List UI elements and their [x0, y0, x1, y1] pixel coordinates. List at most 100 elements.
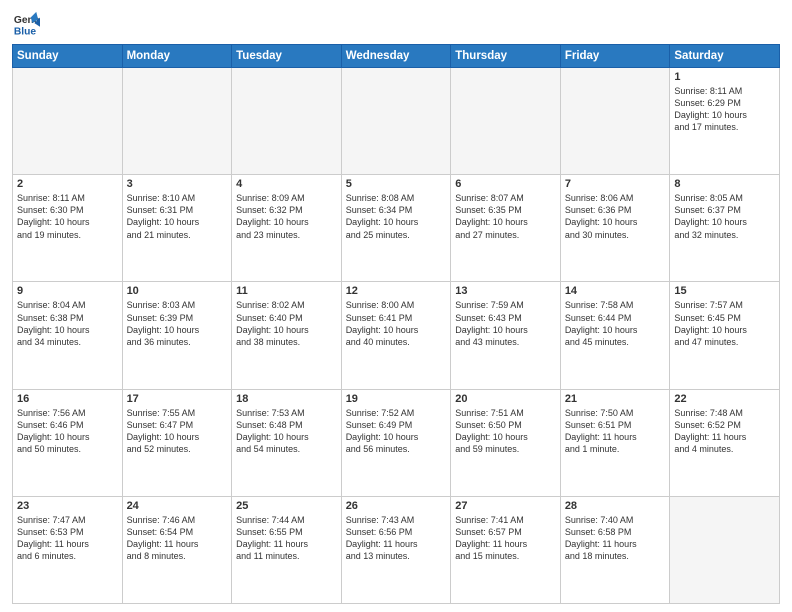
day-info: Sunrise: 7:44 AM Sunset: 6:55 PM Dayligh…: [236, 514, 337, 563]
day-info: Sunrise: 8:11 AM Sunset: 6:29 PM Dayligh…: [674, 85, 775, 134]
calendar-cell: 21 Sunrise: 7:50 AM Sunset: 6:51 PM Dayli…: [560, 389, 670, 496]
day-number: 11: [236, 285, 337, 297]
calendar-cell: [451, 68, 561, 175]
calendar-cell: [13, 68, 123, 175]
calendar-cell: 28 Sunrise: 7:40 AM Sunset: 6:58 PM Dayli…: [560, 496, 670, 603]
header: General Blue: [12, 10, 780, 38]
calendar-cell: 20Sunrise: 7:51 AM Sunset: 6:50 PM Dayli…: [451, 389, 561, 496]
day-number: 8: [674, 178, 775, 190]
svg-text:Blue: Blue: [14, 26, 37, 37]
calendar-cell: 7 Sunrise: 8:06 AM Sunset: 6:36 PM Daylig…: [560, 175, 670, 282]
day-number: 21: [565, 393, 666, 405]
day-number: 7: [565, 178, 666, 190]
day-info: Sunrise: 7:55 AM Sunset: 6:47 PM Dayligh…: [127, 407, 228, 456]
day-info: Sunrise: 8:08 AM Sunset: 6:34 PM Dayligh…: [346, 192, 447, 241]
calendar-cell: 8 Sunrise: 8:05 AM Sunset: 6:37 PM Daylig…: [670, 175, 780, 282]
calendar-cell: [560, 68, 670, 175]
day-info: Sunrise: 7:57 AM Sunset: 6:45 PM Dayligh…: [674, 299, 775, 348]
day-info: Sunrise: 7:46 AM Sunset: 6:54 PM Dayligh…: [127, 514, 228, 563]
day-info: Sunrise: 7:43 AM Sunset: 6:56 PM Dayligh…: [346, 514, 447, 563]
day-info: Sunrise: 8:03 AM Sunset: 6:39 PM Dayligh…: [127, 299, 228, 348]
calendar-cell: [670, 496, 780, 603]
day-number: 26: [346, 500, 447, 512]
calendar-header-row: SundayMondayTuesdayWednesdayThursdayFrid…: [13, 45, 780, 68]
day-info: Sunrise: 7:56 AM Sunset: 6:46 PM Dayligh…: [17, 407, 118, 456]
day-info: Sunrise: 7:40 AM Sunset: 6:58 PM Dayligh…: [565, 514, 666, 563]
day-number: 14: [565, 285, 666, 297]
day-info: Sunrise: 8:07 AM Sunset: 6:35 PM Dayligh…: [455, 192, 556, 241]
week-row-1: 2 Sunrise: 8:11 AM Sunset: 6:30 PM Daylig…: [13, 175, 780, 282]
calendar-cell: 3 Sunrise: 8:10 AM Sunset: 6:31 PM Daylig…: [122, 175, 232, 282]
week-row-4: 23Sunrise: 7:47 AM Sunset: 6:53 PM Dayli…: [13, 496, 780, 603]
calendar-cell: 16 Sunrise: 7:56 AM Sunset: 6:46 PM Dayli…: [13, 389, 123, 496]
day-info: Sunrise: 8:10 AM Sunset: 6:31 PM Dayligh…: [127, 192, 228, 241]
page-container: General Blue SundayMondayTuesdayWednesda…: [0, 0, 792, 612]
day-number: 22: [674, 393, 775, 405]
calendar-cell: 24 Sunrise: 7:46 AM Sunset: 6:54 PM Dayli…: [122, 496, 232, 603]
day-number: 2: [17, 178, 118, 190]
calendar-cell: 17 Sunrise: 7:55 AM Sunset: 6:47 PM Dayli…: [122, 389, 232, 496]
calendar-cell: 25 Sunrise: 7:44 AM Sunset: 6:55 PM Dayli…: [232, 496, 342, 603]
day-info: Sunrise: 7:41 AM Sunset: 6:57 PM Dayligh…: [455, 514, 556, 563]
calendar-cell: 22Sunrise: 7:48 AM Sunset: 6:52 PM Dayli…: [670, 389, 780, 496]
day-info: Sunrise: 8:00 AM Sunset: 6:41 PM Dayligh…: [346, 299, 447, 348]
calendar-cell: [122, 68, 232, 175]
day-info: Sunrise: 8:06 AM Sunset: 6:36 PM Dayligh…: [565, 192, 666, 241]
day-number: 16: [17, 393, 118, 405]
calendar-cell: [341, 68, 451, 175]
day-info: Sunrise: 7:50 AM Sunset: 6:51 PM Dayligh…: [565, 407, 666, 456]
day-info: Sunrise: 8:04 AM Sunset: 6:38 PM Dayligh…: [17, 299, 118, 348]
calendar-cell: 12 Sunrise: 8:00 AM Sunset: 6:41 PM Dayli…: [341, 282, 451, 389]
day-header-saturday: Saturday: [670, 45, 780, 68]
day-number: 13: [455, 285, 556, 297]
calendar-cell: 2 Sunrise: 8:11 AM Sunset: 6:30 PM Daylig…: [13, 175, 123, 282]
day-number: 15: [674, 285, 775, 297]
day-header-monday: Monday: [122, 45, 232, 68]
day-info: Sunrise: 7:52 AM Sunset: 6:49 PM Dayligh…: [346, 407, 447, 456]
day-header-wednesday: Wednesday: [341, 45, 451, 68]
day-info: Sunrise: 8:05 AM Sunset: 6:37 PM Dayligh…: [674, 192, 775, 241]
day-header-sunday: Sunday: [13, 45, 123, 68]
calendar-cell: 15 Sunrise: 7:57 AM Sunset: 6:45 PM Dayli…: [670, 282, 780, 389]
day-number: 9: [17, 285, 118, 297]
calendar-cell: 14 Sunrise: 7:58 AM Sunset: 6:44 PM Dayli…: [560, 282, 670, 389]
week-row-0: 1 Sunrise: 8:11 AM Sunset: 6:29 PM Daylig…: [13, 68, 780, 175]
day-info: Sunrise: 7:59 AM Sunset: 6:43 PM Dayligh…: [455, 299, 556, 348]
calendar-cell: 10 Sunrise: 8:03 AM Sunset: 6:39 PM Dayli…: [122, 282, 232, 389]
week-row-3: 16 Sunrise: 7:56 AM Sunset: 6:46 PM Dayli…: [13, 389, 780, 496]
day-info: Sunrise: 8:02 AM Sunset: 6:40 PM Dayligh…: [236, 299, 337, 348]
day-number: 25: [236, 500, 337, 512]
day-number: 4: [236, 178, 337, 190]
day-info: Sunrise: 7:58 AM Sunset: 6:44 PM Dayligh…: [565, 299, 666, 348]
day-header-friday: Friday: [560, 45, 670, 68]
day-header-thursday: Thursday: [451, 45, 561, 68]
calendar-cell: 19Sunrise: 7:52 AM Sunset: 6:49 PM Dayli…: [341, 389, 451, 496]
day-number: 23: [17, 500, 118, 512]
calendar-cell: 11 Sunrise: 8:02 AM Sunset: 6:40 PM Dayli…: [232, 282, 342, 389]
calendar-cell: 4 Sunrise: 8:09 AM Sunset: 6:32 PM Daylig…: [232, 175, 342, 282]
day-number: 1: [674, 71, 775, 83]
calendar-cell: 13 Sunrise: 7:59 AM Sunset: 6:43 PM Dayli…: [451, 282, 561, 389]
logo-icon: General Blue: [12, 10, 40, 38]
calendar-cell: 5 Sunrise: 8:08 AM Sunset: 6:34 PM Daylig…: [341, 175, 451, 282]
day-info: Sunrise: 8:11 AM Sunset: 6:30 PM Dayligh…: [17, 192, 118, 241]
calendar-cell: 9 Sunrise: 8:04 AM Sunset: 6:38 PM Daylig…: [13, 282, 123, 389]
calendar-cell: 1 Sunrise: 8:11 AM Sunset: 6:29 PM Daylig…: [670, 68, 780, 175]
day-number: 5: [346, 178, 447, 190]
day-number: 6: [455, 178, 556, 190]
day-number: 10: [127, 285, 228, 297]
day-header-tuesday: Tuesday: [232, 45, 342, 68]
day-number: 20: [455, 393, 556, 405]
day-number: 17: [127, 393, 228, 405]
day-number: 12: [346, 285, 447, 297]
day-info: Sunrise: 8:09 AM Sunset: 6:32 PM Dayligh…: [236, 192, 337, 241]
calendar-cell: 6 Sunrise: 8:07 AM Sunset: 6:35 PM Daylig…: [451, 175, 561, 282]
calendar-cell: [232, 68, 342, 175]
calendar-cell: 18Sunrise: 7:53 AM Sunset: 6:48 PM Dayli…: [232, 389, 342, 496]
calendar-cell: 23Sunrise: 7:47 AM Sunset: 6:53 PM Dayli…: [13, 496, 123, 603]
day-number: 3: [127, 178, 228, 190]
calendar-cell: 26 Sunrise: 7:43 AM Sunset: 6:56 PM Dayli…: [341, 496, 451, 603]
day-number: 24: [127, 500, 228, 512]
day-number: 28: [565, 500, 666, 512]
logo: General Blue: [12, 10, 42, 38]
